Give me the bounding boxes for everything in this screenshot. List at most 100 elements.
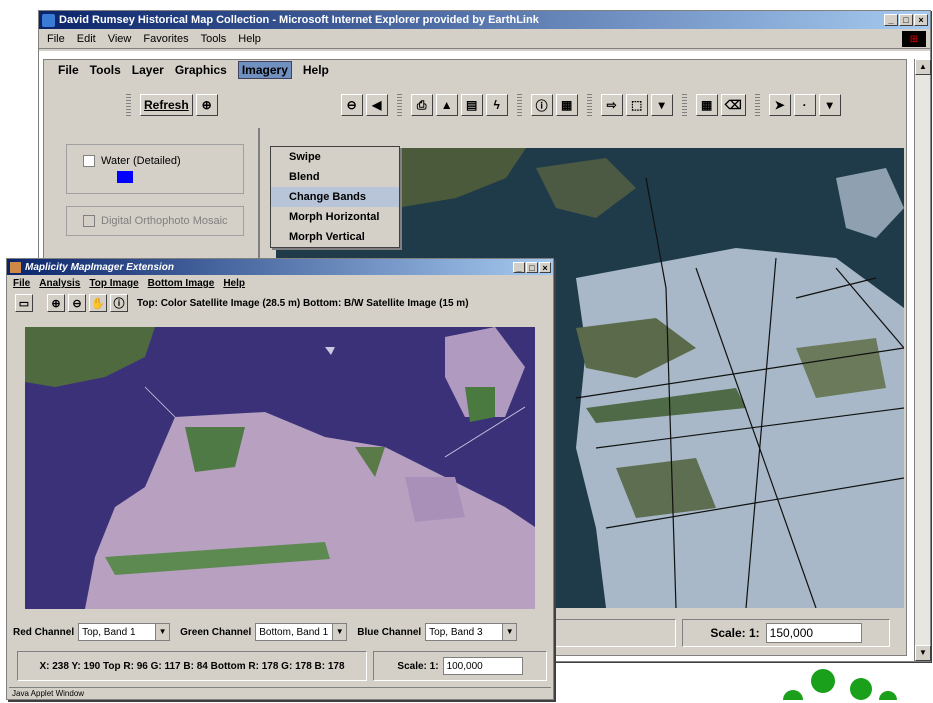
layer-checkbox[interactable] [83, 155, 95, 168]
export-icon[interactable]: ⇨ [600, 94, 623, 116]
vertical-scrollbar[interactable]: ▲ ▼ [914, 59, 931, 661]
blue-channel-label: Blue Channel [357, 626, 422, 638]
maximize-button[interactable]: □ [526, 261, 538, 273]
browser-menu-help[interactable]: Help [238, 33, 261, 45]
menu-item-change-bands[interactable]: Change Bands [271, 187, 399, 207]
applet-menu-help[interactable]: Help [303, 63, 329, 77]
red-channel-value: Top, Band 1 [82, 626, 136, 638]
applet-menu-graphics[interactable]: Graphics [175, 63, 227, 77]
decorative-logo [773, 667, 903, 703]
close-button[interactable]: × [914, 14, 928, 26]
green-channel-value: Bottom, Band 1 [259, 626, 329, 638]
browser-menu-view[interactable]: View [108, 33, 132, 45]
scroll-down-icon[interactable]: ▼ [915, 645, 931, 661]
channel-controls: Red Channel Top, Band 1 ▼ Green Channel … [13, 623, 518, 641]
info-icon[interactable]: ⓘ [530, 94, 553, 116]
image-info-label: Top: Color Satellite Image (28.5 m) Bott… [137, 297, 469, 309]
layer-label: Water (Detailed) [101, 155, 181, 167]
menu-item-blend[interactable]: Blend [271, 167, 399, 187]
applet-toolbar: Refresh ⊕ ⊖ ◀ ⎙ ▲ ▤ ϟ ⓘ ▦ ⇨ ⬚ ▾ ▦ ⌫ ➤ · … [120, 90, 841, 120]
menu-item-swipe[interactable]: Swipe [271, 147, 399, 167]
applet-menu-imagery[interactable]: Imagery [237, 61, 292, 79]
zoom-out-icon[interactable]: ⊖ [68, 294, 86, 312]
blue-channel-value: Top, Band 3 [429, 626, 483, 638]
minimize-button[interactable]: _ [884, 14, 898, 26]
red-channel-select[interactable]: Top, Band 1 ▼ [78, 623, 171, 641]
windows-logo-icon: ⊞ [902, 31, 926, 47]
mapimager-window: Maplicity MapImager Extension _ □ × File… [6, 258, 554, 700]
browser-menu-tools[interactable]: Tools [201, 33, 227, 45]
ext-menu-bottom-image[interactable]: Bottom Image [148, 278, 215, 289]
composite-satellite-image [25, 327, 535, 609]
green-channel-select[interactable]: Bottom, Band 1 ▼ [255, 623, 348, 641]
zoom-out-icon[interactable]: ⊖ [340, 94, 363, 116]
scale-label: Scale: 1: [397, 660, 439, 672]
imagery-dropdown-menu: Swipe Blend Change Bands Morph Horizonta… [270, 146, 400, 248]
layer-icon[interactable]: ▲ [435, 94, 458, 116]
point-dropdown-icon[interactable]: ▾ [818, 94, 841, 116]
menu-item-morph-vertical[interactable]: Morph Vertical [271, 227, 399, 247]
browser-title-bar: David Rumsey Historical Map Collection -… [39, 11, 930, 29]
toolbar-grip[interactable] [681, 94, 687, 116]
select-box-icon[interactable]: ⬚ [625, 94, 648, 116]
java-applet-status: Java Applet Window [9, 687, 551, 699]
mapimager-menu-bar: File Analysis Top Image Bottom Image Hel… [7, 275, 553, 292]
browser-menu-favorites[interactable]: Favorites [143, 33, 188, 45]
ext-menu-help[interactable]: Help [223, 278, 245, 289]
applet-menu-file[interactable]: File [58, 63, 79, 77]
scroll-up-icon[interactable]: ▲ [915, 59, 931, 75]
applet-menu-tools[interactable]: Tools [90, 63, 121, 77]
composite-image-view[interactable] [25, 327, 535, 609]
refresh-button[interactable]: Refresh [140, 94, 193, 116]
menu-item-morph-horizontal[interactable]: Morph Horizontal [271, 207, 399, 227]
pan-hand-icon[interactable]: ✋ [89, 294, 107, 312]
ext-menu-file[interactable]: File [13, 278, 30, 289]
layer-item: Water (Detailed) [66, 144, 244, 194]
pixel-readout: X: 238 Y: 190 Top R: 96 G: 117 B: 84 Bot… [17, 651, 367, 681]
mapimager-title: Maplicity MapImager Extension [25, 261, 174, 273]
eraser-icon[interactable]: ⌫ [720, 94, 746, 116]
close-button[interactable]: × [539, 261, 551, 273]
water-swatch [117, 171, 133, 184]
chevron-down-icon[interactable]: ▼ [332, 624, 347, 640]
maximize-button[interactable]: □ [899, 14, 913, 26]
select-dropdown-icon[interactable]: ▾ [650, 94, 673, 116]
info-icon[interactable]: ⓘ [110, 294, 128, 312]
toolbar-grip[interactable] [126, 94, 131, 116]
toolbar-grip[interactable] [754, 94, 760, 116]
layer-checkbox[interactable] [83, 215, 95, 228]
minimize-button[interactable]: _ [513, 261, 525, 273]
scale-input[interactable]: 100,000 [442, 657, 523, 675]
scale-input[interactable]: 150,000 [765, 623, 862, 643]
toolbar-grip[interactable] [396, 94, 402, 116]
toolbar-grip[interactable] [516, 94, 522, 116]
lightning-icon[interactable]: ϟ [485, 94, 508, 116]
back-arrow-icon[interactable]: ◀ [365, 94, 388, 116]
layer-label: Digital Orthophoto Mosaic [101, 215, 228, 227]
mapimager-title-bar: Maplicity MapImager Extension _ □ × [7, 259, 553, 275]
open-folder-icon[interactable]: ▭ [15, 294, 33, 312]
point-style-icon[interactable]: · [793, 94, 816, 116]
scale-box: Scale: 1: 150,000 [682, 619, 890, 647]
blue-channel-select[interactable]: Top, Band 3 ▼ [425, 623, 518, 641]
ext-menu-top-image[interactable]: Top Image [89, 278, 138, 289]
chevron-down-icon[interactable]: ▼ [502, 624, 517, 640]
ie-icon [42, 13, 55, 27]
zoom-in-icon[interactable]: ⊕ [195, 94, 218, 116]
browser-menu-edit[interactable]: Edit [77, 33, 96, 45]
browser-menu-file[interactable]: File [47, 33, 65, 45]
red-channel-label: Red Channel [13, 626, 75, 638]
table-icon[interactable]: ▦ [555, 94, 578, 116]
zoom-in-icon[interactable]: ⊕ [47, 294, 65, 312]
applet-menu-layer[interactable]: Layer [132, 63, 164, 77]
pointer-icon[interactable]: ➤ [768, 94, 791, 116]
query-icon[interactable]: ▤ [460, 94, 483, 116]
print-icon[interactable]: ⎙ [410, 94, 433, 116]
ext-menu-analysis[interactable]: Analysis [39, 278, 80, 289]
toolbar-grip[interactable] [586, 94, 592, 116]
browser-title: David Rumsey Historical Map Collection -… [59, 14, 539, 26]
grid-icon[interactable]: ▦ [695, 94, 718, 116]
chevron-down-icon[interactable]: ▼ [155, 624, 170, 640]
green-channel-label: Green Channel [180, 626, 252, 638]
applet-menu-bar: File Tools Layer Graphics Imagery Help [44, 60, 906, 80]
